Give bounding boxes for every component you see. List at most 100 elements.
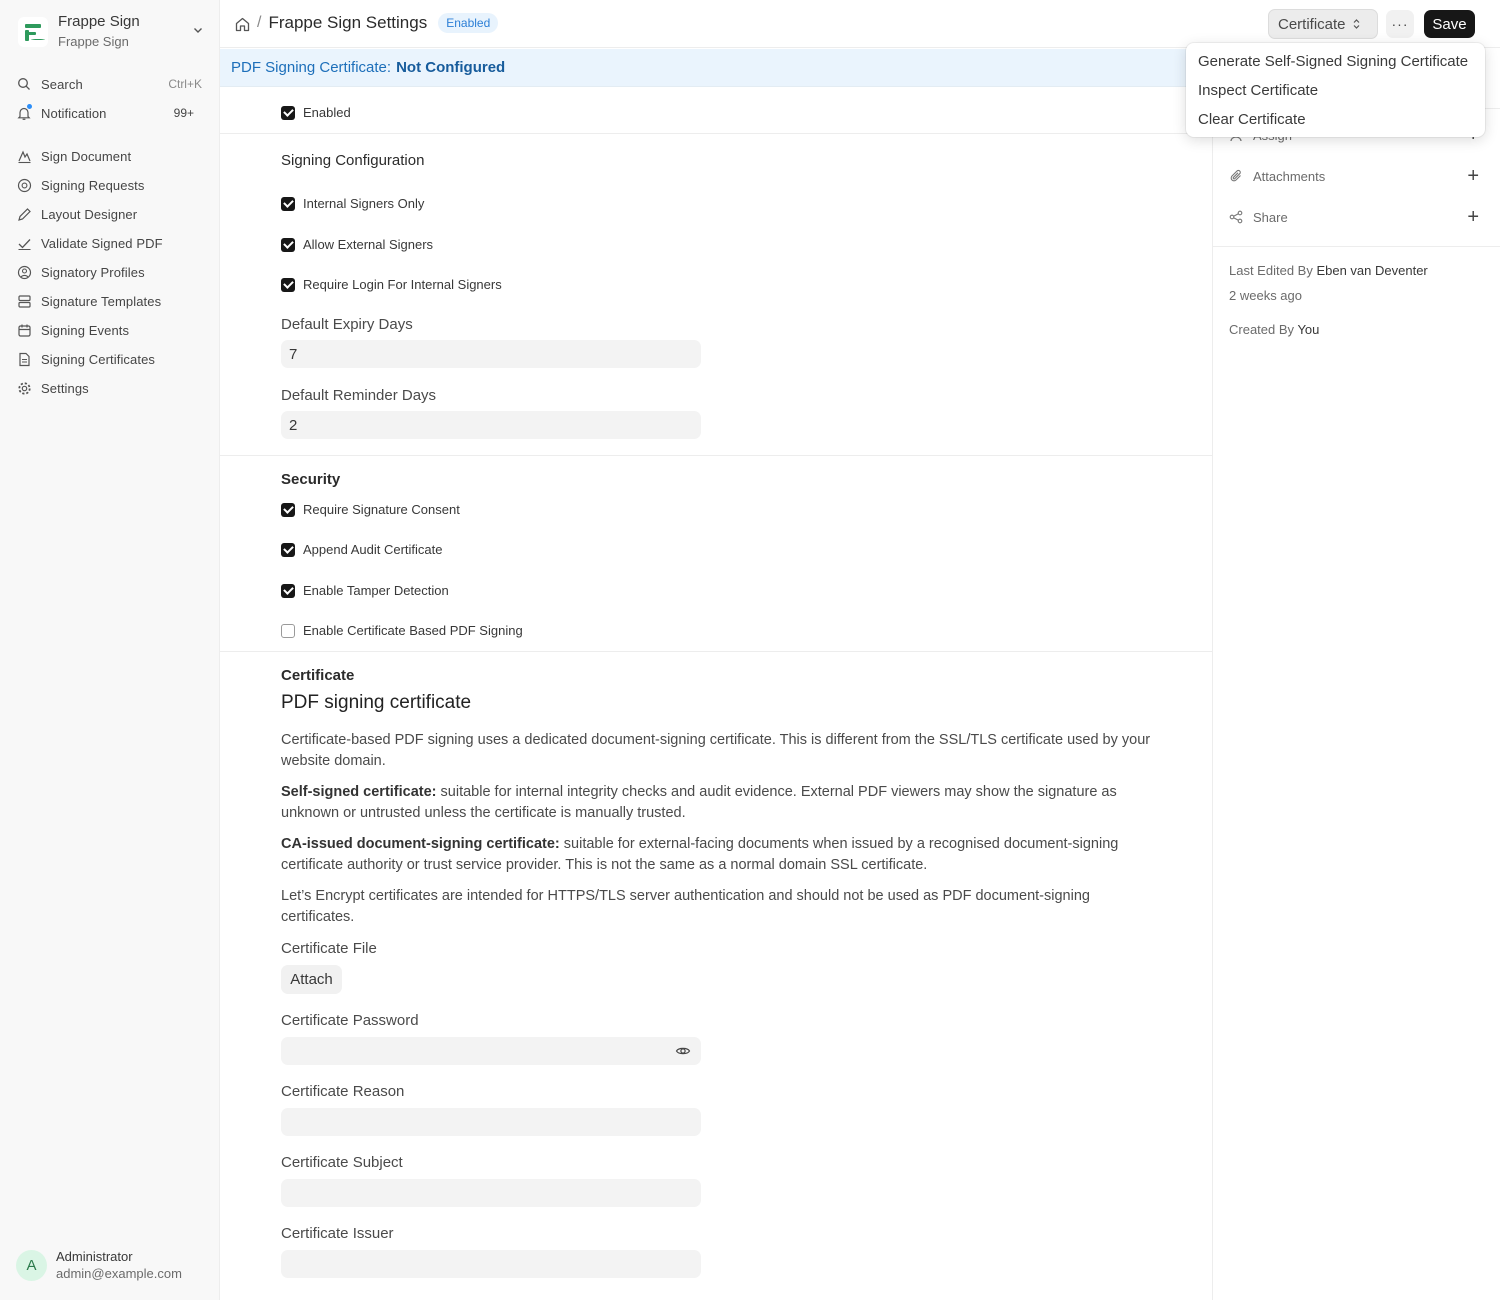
certificate-paragraph-4: Let’s Encrypt certificates are intended …	[281, 888, 1090, 925]
certificate-issuer-input[interactable]	[281, 1250, 701, 1278]
brand-subtitle: Frappe Sign	[58, 34, 129, 49]
brand-switcher[interactable]: Frappe Sign Frappe Sign	[10, 8, 210, 56]
last-edited-prefix: Last Edited By	[1229, 263, 1313, 278]
sidebar-item-validate-signed-pdf[interactable]: Validate Signed PDF	[8, 230, 212, 256]
sidebar-item-label: Signing Certificates	[41, 351, 155, 367]
checkbox-unchecked[interactable]	[281, 623, 295, 638]
certificate-button-label: Certificate	[1278, 15, 1346, 33]
sidebar-item-signing-requests[interactable]: Signing Requests	[8, 172, 212, 198]
section-title-signing-configuration: Signing Configuration	[281, 152, 425, 169]
last-edited-info: Last Edited By Eben van Deventer	[1229, 263, 1428, 278]
search-icon	[16, 76, 32, 92]
more-options-button[interactable]: ···	[1386, 10, 1414, 38]
attach-button[interactable]: Attach	[281, 965, 342, 994]
file-text-icon	[16, 351, 32, 367]
checkbox-checked[interactable]	[281, 277, 295, 292]
sidebar-item-signing-events[interactable]: Signing Events	[8, 317, 212, 343]
share-row[interactable]: Share +	[1229, 204, 1479, 230]
paragraph-bold-lead: CA-issued document-signing certificate:	[281, 836, 560, 852]
notification-button[interactable]: Notification 99+	[8, 100, 212, 126]
plus-icon[interactable]: +	[1467, 206, 1479, 229]
require-signature-consent-checkbox[interactable]: Require Signature Consent	[281, 502, 460, 517]
checkbox-checked[interactable]	[281, 583, 295, 598]
section-divider	[220, 455, 1212, 456]
page-title: Frappe Sign Settings	[268, 13, 428, 32]
paperclip-icon	[1229, 169, 1245, 183]
checkbox-label: Require Login For Internal Signers	[303, 277, 502, 292]
user-circle-icon	[16, 264, 32, 280]
sidebar-item-label: Signing Requests	[41, 177, 145, 193]
require-login-internal-checkbox[interactable]: Require Login For Internal Signers	[281, 277, 502, 292]
enable-certificate-pdf-signing-checkbox[interactable]: Enable Certificate Based PDF Signing	[281, 623, 523, 638]
sidebar-item-sign-document[interactable]: Sign Document	[8, 143, 212, 169]
page-header: / Frappe Sign Settings Enabled Certifica…	[220, 0, 1500, 48]
search-shortcut: Ctrl+K	[168, 77, 202, 91]
internal-signers-only-checkbox[interactable]: Internal Signers Only	[281, 196, 424, 211]
attachments-row[interactable]: Attachments +	[1229, 163, 1479, 189]
sidebar-item-label: Layout Designer	[41, 206, 138, 222]
sidebar-item-label: Signature Templates	[41, 293, 162, 309]
breadcrumb: / Frappe Sign Settings Enabled	[234, 13, 499, 33]
sidebar-item-label: Signatory Profiles	[41, 264, 145, 280]
allow-external-signers-checkbox[interactable]: Allow External Signers	[281, 237, 433, 252]
sidebar-item-signing-certificates[interactable]: Signing Certificates	[8, 346, 212, 372]
sidebar-item-layout-designer[interactable]: Layout Designer	[8, 201, 212, 227]
enable-tamper-detection-checkbox[interactable]: Enable Tamper Detection	[281, 583, 449, 598]
save-button[interactable]: Save	[1424, 10, 1475, 38]
enabled-checkbox[interactable]: Enabled	[281, 105, 351, 120]
frappe-sign-logo-icon	[18, 17, 48, 47]
chevron-down-icon[interactable]	[192, 24, 204, 39]
certificate-subject-label: Certificate Subject	[281, 1154, 403, 1171]
certificate-subject-input[interactable]	[281, 1179, 701, 1207]
certificate-dropdown-menu: Generate Self-Signed Signing Certificate…	[1186, 43, 1485, 137]
search-button[interactable]: Search Ctrl+K	[8, 71, 212, 97]
signature-icon	[16, 148, 32, 164]
last-edited-by: Eben van Deventer	[1316, 263, 1428, 278]
checkbox-checked[interactable]	[281, 196, 295, 211]
created-by: You	[1297, 322, 1320, 337]
certificate-reason-input[interactable]	[281, 1108, 701, 1136]
certificate-menu-button[interactable]: Certificate	[1268, 9, 1378, 39]
ellipsis-icon: ···	[1391, 16, 1409, 32]
certificate-paragraph-3: CA-issued document-signing certificate: …	[281, 834, 1161, 876]
sidebar-item-signatory-profiles[interactable]: Signatory Profiles	[8, 259, 212, 285]
banner-value: Not Configured	[396, 59, 506, 76]
sidebar-item-signature-templates[interactable]: Signature Templates	[8, 288, 212, 314]
breadcrumb-separator: /	[257, 14, 262, 31]
menu-item-clear-certificate[interactable]: Clear Certificate	[1186, 105, 1485, 134]
status-badge: Enabled	[438, 13, 499, 33]
checkbox-label: Enable Tamper Detection	[303, 583, 449, 598]
paragraph-bold-lead: Self-signed certificate:	[281, 784, 437, 800]
checkbox-checked[interactable]	[281, 542, 295, 557]
checkbox-label: Append Audit Certificate	[303, 542, 443, 557]
pen-icon	[16, 206, 32, 222]
banner-label: PDF Signing Certificate:	[231, 59, 392, 76]
default-reminder-input[interactable]: 2	[281, 411, 701, 439]
certificate-issuer-label: Certificate Issuer	[281, 1225, 394, 1242]
eye-icon[interactable]	[675, 1043, 691, 1059]
append-audit-certificate-checkbox[interactable]: Append Audit Certificate	[281, 542, 442, 557]
certificate-file-label: Certificate File	[281, 940, 377, 957]
section-divider	[220, 651, 1212, 652]
checkbox-label: Enable Certificate Based PDF Signing	[303, 623, 523, 638]
checkbox-checked[interactable]	[281, 105, 295, 120]
sidebar-item-label: Validate Signed PDF	[41, 235, 163, 251]
menu-item-inspect-certificate[interactable]: Inspect Certificate	[1186, 76, 1485, 105]
menu-item-generate-self-signed[interactable]: Generate Self-Signed Signing Certificate	[1186, 47, 1485, 76]
section-title-security: Security	[281, 471, 341, 488]
certificate-reason-label: Certificate Reason	[281, 1083, 405, 1100]
user-menu[interactable]: A Administrator admin@example.com	[16, 1248, 182, 1283]
home-icon[interactable]	[234, 16, 251, 33]
default-expiry-input[interactable]: 7	[281, 340, 701, 368]
certificate-password-input[interactable]	[281, 1037, 701, 1065]
share-icon	[1229, 210, 1245, 224]
default-reminder-label: Default Reminder Days	[281, 387, 437, 404]
notification-label: Notification	[41, 105, 107, 121]
checkbox-label: Internal Signers Only	[303, 196, 425, 211]
created-by-prefix: Created By	[1229, 322, 1295, 337]
checkbox-checked[interactable]	[281, 502, 295, 517]
plus-icon[interactable]: +	[1467, 165, 1479, 188]
checkbox-checked[interactable]	[281, 237, 295, 252]
sidebar-item-settings[interactable]: Settings	[8, 375, 212, 401]
calendar-icon	[16, 322, 32, 338]
